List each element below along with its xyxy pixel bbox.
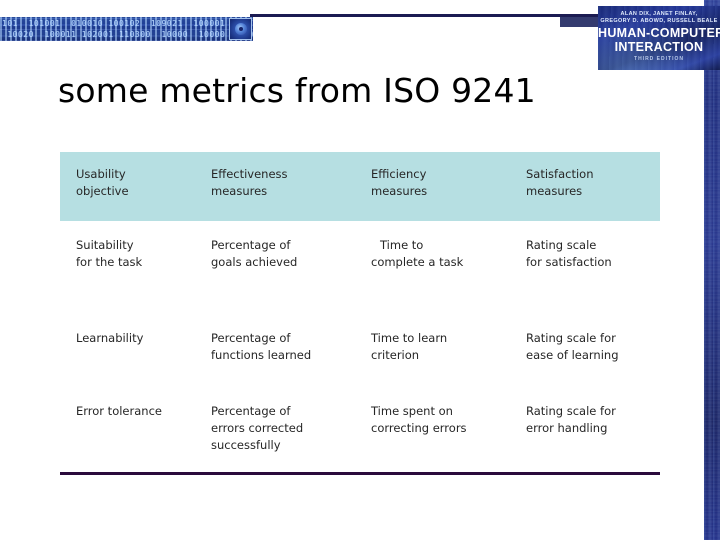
- table-row: Error tolerance Percentage of errors cor…: [60, 387, 660, 467]
- column-header-usability-objective: Usability objective: [60, 152, 195, 221]
- header-text-line: Usability: [76, 167, 126, 181]
- table-header-row: Usability objective Effectiveness measur…: [60, 152, 660, 221]
- cell-effectiveness: Percentage of functions learned: [195, 314, 355, 387]
- cell-efficiency: Time to learn criterion: [355, 314, 510, 387]
- cell-text-line: goals achieved: [211, 255, 298, 269]
- cell-effectiveness: Percentage of goals achieved: [195, 221, 355, 314]
- cell-text-line: ease of learning: [526, 348, 619, 362]
- header-text-line: Efficiency: [371, 167, 427, 181]
- column-header-satisfaction-measures: Satisfaction measures: [510, 152, 660, 221]
- cell-text-line: criterion: [371, 348, 420, 362]
- table-body: Suitability for the task Percentage of g…: [60, 221, 660, 467]
- cell-text-line: for the task: [76, 255, 143, 269]
- cell-satisfaction: Rating scale for satisfaction: [510, 221, 660, 314]
- column-header-effectiveness-measures: Effectiveness measures: [195, 152, 355, 221]
- cell-efficiency: Time spent on correcting errors: [355, 387, 510, 467]
- header-text-line: measures: [526, 184, 583, 198]
- cd-disc-icon: [229, 18, 252, 40]
- cell-effectiveness: Percentage of errors corrected successfu…: [195, 387, 355, 467]
- book-authors-line-2: GREGORY D. ABOWD, RUSSELL BEALE: [600, 18, 718, 24]
- cell-objective: Learnability: [60, 314, 195, 387]
- binary-banner-digits: 101 101001 010010 100102 109021 100001 1…: [2, 19, 253, 39]
- slide-canvas: 101 101001 010010 100102 109021 100001 1…: [0, 0, 720, 540]
- cell-objective: Suitability for the task: [60, 221, 195, 314]
- table-row: Suitability for the task Percentage of g…: [60, 221, 660, 314]
- cell-satisfaction: Rating scale for error handling: [510, 387, 660, 467]
- cell-text-line: Time spent on: [371, 404, 453, 418]
- cell-text-line: Rating scale: [526, 238, 597, 252]
- header-text-line: objective: [76, 184, 129, 198]
- cell-text-line: functions learned: [211, 348, 312, 362]
- cell-text-line: Rating scale for: [526, 331, 616, 345]
- cell-text-line: Error tolerance: [76, 404, 162, 418]
- book-authors-line-1: ALAN DIX, JANET FINLAY,: [620, 11, 698, 17]
- header-text-line: Satisfaction: [526, 167, 594, 181]
- cd-disc-core: [235, 23, 247, 35]
- cell-text-line: Percentage of: [211, 238, 291, 252]
- cell-text-line: Percentage of: [211, 331, 291, 345]
- cell-text-line: error handling: [526, 421, 608, 435]
- column-header-efficiency-measures: Efficiency measures: [355, 152, 510, 221]
- cell-satisfaction: Rating scale for ease of learning: [510, 314, 660, 387]
- book-title-line-1: HUMAN-COMPUTER: [598, 26, 720, 40]
- iso-9241-metrics-table: Usability objective Effectiveness measur…: [60, 152, 660, 467]
- right-edge-decoration: [704, 0, 720, 540]
- cell-text-line: Time to: [380, 238, 424, 252]
- cell-text-line: for satisfaction: [526, 255, 612, 269]
- cell-text-line: complete a task: [371, 255, 464, 269]
- table-row: Learnability Percentage of functions lea…: [60, 314, 660, 387]
- header-text-line: Effectiveness: [211, 167, 288, 181]
- cell-text-line: Rating scale for: [526, 404, 616, 418]
- cell-text-line: Time to learn: [371, 331, 448, 345]
- book-cover-image: ALAN DIX, JANET FINLAY, GREGORY D. ABOWD…: [598, 6, 720, 70]
- bottom-horizontal-rule: [60, 472, 660, 475]
- cell-text-line: Percentage of: [211, 404, 291, 418]
- book-title-line-2: INTERACTION: [614, 40, 704, 54]
- cell-text-line: Suitability: [76, 238, 134, 252]
- cell-text-line: Learnability: [76, 331, 144, 345]
- header-text-line: measures: [371, 184, 428, 198]
- table-header: Usability objective Effectiveness measur…: [60, 152, 660, 221]
- header-text-line: measures: [211, 184, 268, 198]
- page-title: some metrics from ISO 9241: [58, 71, 536, 110]
- cell-objective: Error tolerance: [60, 387, 195, 467]
- cell-text-line: successfully: [211, 438, 281, 452]
- book-edition-label: THIRD EDITION: [634, 56, 684, 62]
- cell-text-line: errors corrected: [211, 421, 304, 435]
- binary-banner: 101 101001 010010 100102 109021 100001 1…: [0, 17, 253, 41]
- cell-text-line: correcting errors: [371, 421, 467, 435]
- cell-efficiency: Time to complete a task: [355, 221, 510, 314]
